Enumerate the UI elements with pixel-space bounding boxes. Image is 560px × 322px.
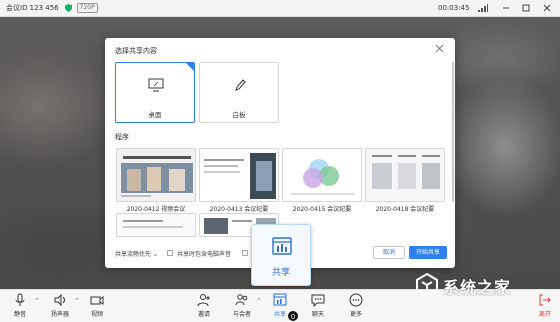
invite-button[interactable]: 邀请 [191,293,217,321]
window-thumbnail [116,148,196,202]
chevron-up-icon[interactable]: ^ [257,298,261,304]
window-thumbnail [282,148,362,202]
option-whiteboard-label: 白板 [232,111,246,119]
meeting-id: 会议ID 123 456 [6,4,59,12]
maximize-icon[interactable] [520,2,532,14]
more-icon [349,293,363,307]
chat-label: 聊天 [311,311,324,318]
chevron-up-icon[interactable]: ^ [75,298,79,304]
participants-icon [235,294,248,306]
window-item[interactable]: 2020-0412 视频会议 [116,148,196,215]
monitor-icon [148,78,164,92]
more-label: 更多 [349,311,362,318]
option-desktop-label: 桌面 [148,111,162,119]
pen-icon [235,79,246,91]
dialog-title: 选择共享内容 [115,47,157,55]
fluency-label: 共享流畅优先 [115,251,152,258]
option-whiteboard[interactable]: 白板 [199,62,279,123]
include-audio-label: 共享时包含电脑声音 [177,251,232,258]
minimize-icon[interactable] [500,2,512,14]
video-label: 视频 [90,311,103,318]
fluency-select[interactable]: 共享流畅优先 ⌄ [115,249,158,258]
share-highlight[interactable]: 共享 [251,224,311,286]
mute-button[interactable]: 静音 ^ [7,293,39,321]
share-icon [273,293,287,306]
invite-label: 邀请 [197,311,210,318]
share-highlight-label: 共享 [271,268,290,278]
watermark-logo-icon [416,272,438,298]
participants-label: 与会者 [232,311,251,318]
more-button[interactable]: 更多 [343,293,369,321]
speaker-button[interactable]: 扬声器 ^ [47,293,79,321]
window-caption: 2020-0418 会议纪要 [375,206,435,213]
microphone-icon [15,293,25,306]
window-thumbnail [116,213,196,237]
option-checkbox[interactable] [242,250,248,256]
mute-label: 静音 [13,311,26,318]
window-caption: 2020-0413 会议纪要 [209,206,269,213]
start-share-button[interactable]: 开始共享 [409,246,447,259]
close-icon[interactable] [435,44,444,53]
include-audio-checkbox[interactable] [167,250,173,256]
speaker-icon [54,293,65,307]
dialog-scrollbar[interactable] [452,62,454,202]
window-item[interactable]: 2020-0418 会议纪要 [365,148,445,215]
window-item[interactable]: 2020-0415 会议纪要 [282,148,362,215]
meeting-timer: 00:03:45 [438,4,470,12]
cancel-button[interactable]: 取消 [373,246,405,259]
option-desktop[interactable]: 桌面 [115,62,195,123]
site-watermark: 系统之家 XITONGZHIJIA.NET [408,268,553,304]
window-thumbnail [365,148,445,202]
window-caption: 2020-0412 视频会议 [126,206,186,213]
video-button[interactable]: 视频 [84,293,110,321]
window-thumbnail [199,148,279,202]
add-person-icon [197,294,210,307]
chat-icon [311,294,325,307]
signal-icon [478,4,488,12]
close-window-icon[interactable] [541,2,553,14]
step-badge: 0 [287,310,299,322]
chevron-up-icon[interactable]: ^ [35,298,39,304]
quality-badge: 720P [76,3,98,13]
camera-icon [90,296,104,305]
programs-heading: 程序 [115,133,129,141]
chat-button[interactable]: 聊天 [305,293,331,321]
chevron-down-icon: ⌄ [152,251,158,258]
window-item[interactable] [116,213,196,237]
participants-button[interactable]: 与会者 ^ [229,293,261,321]
share-icon [272,237,292,255]
leave-label: 离开 [538,311,551,318]
speaker-label: 扬声器 [50,311,69,318]
window-caption: 2020-0415 会议纪要 [292,206,352,213]
window-item[interactable]: 2020-0413 会议纪要 [199,148,279,215]
title-bar: 会议ID 123 456 720P 00:03:45 [0,0,560,17]
watermark-url: XITONGZHIJIA.NET [446,292,508,298]
shield-icon [64,4,72,12]
